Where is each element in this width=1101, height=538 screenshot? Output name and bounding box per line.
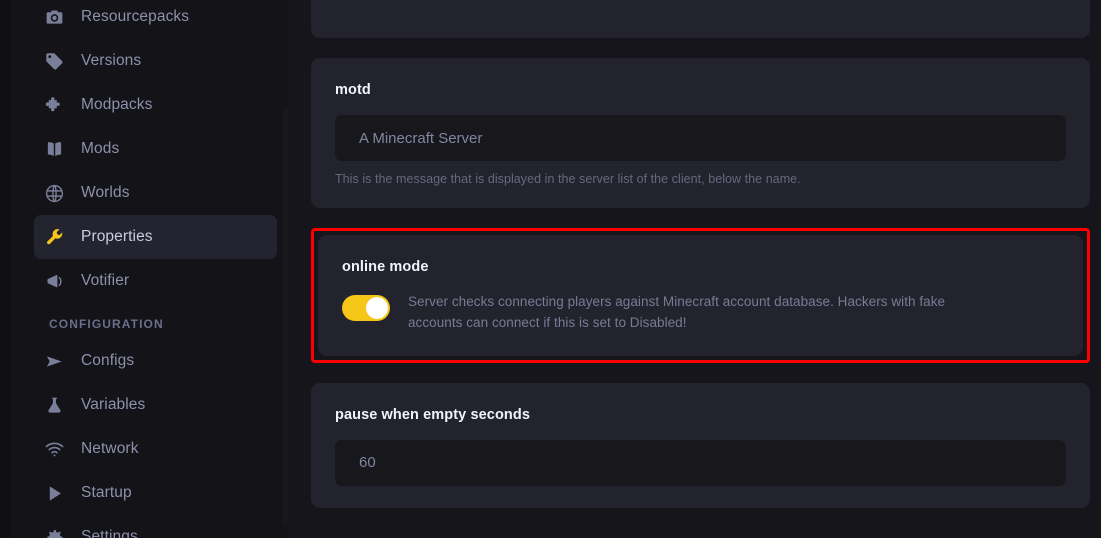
camera-icon <box>43 6 65 28</box>
highlight-annotation-box: online mode Server checks connecting pla… <box>311 228 1090 363</box>
sidebar-item-label: Startup <box>81 484 132 501</box>
motd-input[interactable]: A Minecraft Server <box>335 115 1066 161</box>
wifi-icon <box>43 438 65 460</box>
toggle-knob <box>366 297 388 319</box>
sidebar-item-network[interactable]: Network <box>34 427 277 471</box>
motd-helper-text: This is the message that is displayed in… <box>335 172 801 186</box>
setting-card-motd: motd A Minecraft Server This is the mess… <box>311 58 1090 208</box>
sidebar-item-label: Modpacks <box>81 96 153 113</box>
book-icon <box>43 138 65 160</box>
sidebar-item-modpacks[interactable]: Modpacks <box>34 83 277 127</box>
sidebar-item-versions[interactable]: Versions <box>34 39 277 83</box>
sidebar-section-configuration: CONFIGURATION <box>49 317 164 331</box>
tag-icon <box>43 50 65 72</box>
sidebar-item-properties[interactable]: Properties <box>34 215 277 259</box>
sidebar-item-resourcepacks[interactable]: Resourcepacks <box>34 0 277 39</box>
sidebar-item-worlds[interactable]: Worlds <box>34 171 277 215</box>
sidebar-item-label: Resourcepacks <box>81 8 190 25</box>
sidebar-item-variables[interactable]: Variables <box>34 383 277 427</box>
sidebar-item-label: Mods <box>81 140 120 157</box>
online-mode-description: Server checks connecting players against… <box>408 294 946 330</box>
sidebar: Resourcepacks Versions Modpacks Mods Wor… <box>11 0 289 538</box>
sidebar-item-label: Variables <box>81 396 146 413</box>
sidebar-item-startup[interactable]: Startup <box>34 471 277 515</box>
online-mode-toggle[interactable] <box>342 295 390 321</box>
left-edge-strip <box>0 0 11 538</box>
sidebar-item-label: Versions <box>81 52 142 69</box>
sidebar-item-configs[interactable]: Configs <box>34 339 277 383</box>
setting-card-pause-when-empty: pause when empty seconds 60 <box>311 382 1090 508</box>
sidebar-item-settings[interactable]: Settings <box>34 515 277 538</box>
pause-when-empty-label: pause when empty seconds <box>335 406 530 423</box>
app-root: Resourcepacks Versions Modpacks Mods Wor… <box>0 0 1101 538</box>
flask-icon <box>43 394 65 416</box>
paper-plane-icon <box>43 350 65 372</box>
sidebar-scrollbar[interactable] <box>283 107 288 527</box>
sidebar-item-votifier[interactable]: Votifier <box>34 259 277 303</box>
online-mode-label: online mode <box>342 259 429 275</box>
puzzle-icon <box>43 94 65 116</box>
sidebar-item-label: Worlds <box>81 184 130 201</box>
sidebar-item-label: Properties <box>81 228 153 245</box>
sidebar-item-mods[interactable]: Mods <box>34 127 277 171</box>
sidebar-item-label: Settings <box>81 528 138 538</box>
sidebar-item-label: Configs <box>81 352 135 369</box>
online-mode-row: Server checks connecting players against… <box>342 292 1059 334</box>
setting-card-online-mode: online mode Server checks connecting pla… <box>318 235 1083 356</box>
main-content: motd A Minecraft Server This is the mess… <box>289 0 1101 538</box>
sidebar-item-label: Votifier <box>81 272 130 289</box>
previous-setting-card-partial <box>311 0 1090 38</box>
sidebar-item-label: Network <box>81 440 139 457</box>
motd-label: motd <box>335 82 371 98</box>
gear-icon <box>43 526 65 538</box>
pause-when-empty-input[interactable]: 60 <box>335 439 1066 486</box>
play-icon <box>43 482 65 504</box>
megaphone-icon <box>43 270 65 292</box>
wrench-icon <box>43 226 65 248</box>
globe-icon <box>43 182 65 204</box>
